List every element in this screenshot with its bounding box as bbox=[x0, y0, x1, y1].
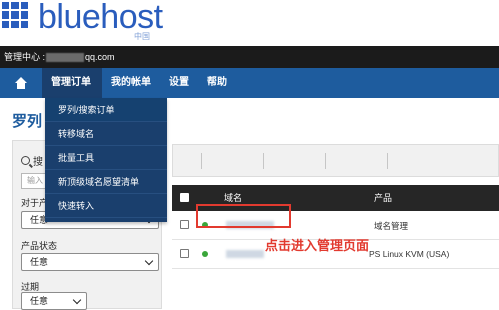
menu-item-list-search-orders[interactable]: 罗列/搜索订单 bbox=[45, 98, 167, 122]
product-name: 域名管理 bbox=[374, 221, 409, 231]
nav-my-account[interactable]: 我的帐单 bbox=[102, 68, 160, 98]
product-status-label: 产品状态 bbox=[21, 241, 58, 251]
logo-bar: bluehost 中国 bbox=[0, 0, 499, 46]
page-title: 罗列 bbox=[12, 113, 43, 130]
masked-email bbox=[46, 53, 85, 63]
account-prefix: 管理中心 : bbox=[4, 52, 46, 62]
main-nav: 管理订单 我的帐单 设置 帮助 bbox=[0, 68, 499, 98]
search-label: 搜 bbox=[33, 157, 43, 168]
product-status-value: 任意 bbox=[30, 257, 49, 267]
row-checkbox[interactable] bbox=[180, 220, 189, 229]
menu-item-quick-transfer[interactable]: 快速转入 bbox=[45, 194, 167, 218]
logo-subtitle: 中国 bbox=[134, 32, 150, 41]
nav-home[interactable] bbox=[0, 68, 42, 98]
row-checkbox[interactable] bbox=[180, 249, 189, 258]
toolbar-divider bbox=[201, 153, 202, 169]
product-name: PS Linux KVM (USA) bbox=[369, 249, 450, 259]
expired-select[interactable]: 任意 bbox=[21, 292, 87, 310]
column-domain[interactable]: 域名 bbox=[224, 191, 242, 204]
toolbar-divider bbox=[325, 153, 326, 169]
search-heading: 搜 bbox=[21, 153, 43, 168]
menu-item-transfer-domain[interactable]: 转移域名 bbox=[45, 122, 167, 146]
highlight-box bbox=[196, 204, 291, 228]
annotation-text: 点击进入管理页面 bbox=[265, 238, 370, 253]
column-product[interactable]: 产品 bbox=[374, 191, 392, 204]
manage-orders-dropdown: 罗列/搜索订单 转移域名 批量工具 新顶级域名愿望清单 快速转入 bbox=[45, 98, 167, 222]
product-filter-label: 对于产 bbox=[21, 198, 49, 208]
nav-help[interactable]: 帮助 bbox=[198, 68, 236, 98]
account-email-suffix: qq.com bbox=[85, 52, 115, 62]
toolbar-divider bbox=[263, 153, 264, 169]
select-all-checkbox[interactable] bbox=[180, 193, 189, 202]
home-icon bbox=[14, 77, 28, 89]
chevron-down-icon bbox=[72, 295, 82, 305]
menu-item-new-tld-wishlist[interactable]: 新顶级域名愿望清单 bbox=[45, 170, 167, 194]
domain-link[interactable] bbox=[226, 250, 264, 258]
nav-settings[interactable]: 设置 bbox=[160, 68, 198, 98]
menu-item-bulk-tools[interactable]: 批量工具 bbox=[45, 146, 167, 170]
toolbar-divider bbox=[387, 153, 388, 169]
table-toolbar bbox=[172, 144, 499, 177]
expired-value: 任意 bbox=[30, 296, 49, 306]
product-status-select[interactable]: 任意 bbox=[21, 253, 159, 271]
chevron-down-icon bbox=[144, 256, 154, 266]
bluehost-logo-icon bbox=[2, 2, 28, 28]
nav-manage-orders[interactable]: 管理订单 bbox=[42, 68, 102, 98]
search-icon bbox=[21, 156, 30, 165]
status-dot-active bbox=[202, 251, 208, 257]
account-bar: 管理中心 : qq.com bbox=[0, 46, 499, 68]
